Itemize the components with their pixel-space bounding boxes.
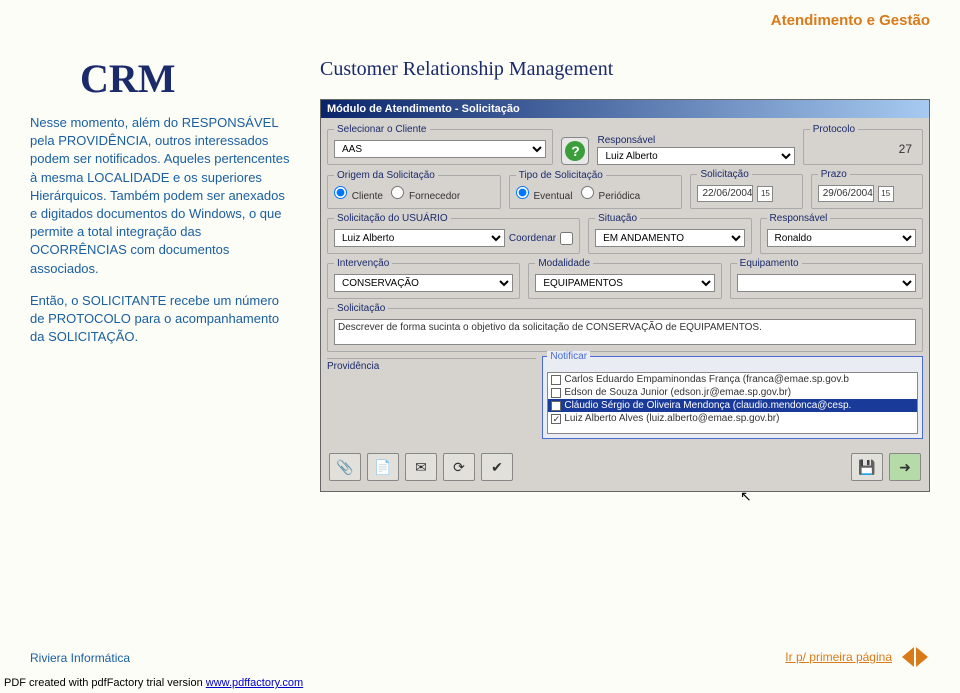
help-icon[interactable]: ? <box>561 137 589 165</box>
label-protocolo: Protocolo <box>810 124 858 135</box>
save-button[interactable]: 💾 <box>851 453 883 481</box>
dialog-titlebar: Módulo de Atendimento - Solicitação <box>321 100 929 118</box>
intervencao-select[interactable]: CONSERVAÇÃO <box>334 274 513 292</box>
modalidade-select[interactable]: EQUIPAMENTOS <box>535 274 714 292</box>
label-modalidade: Modalidade <box>535 258 593 269</box>
notify-panel: Notificar Carlos Eduardo Empaminondas Fr… <box>542 356 923 439</box>
desc-textarea[interactable]: Descrever de forma sucinta o objetivo da… <box>334 319 916 345</box>
radio-cliente[interactable]: Cliente <box>334 191 383 202</box>
footer-company: Riviera Informática <box>30 651 130 665</box>
list-item[interactable]: Luiz Alberto Alves (luiz.alberto@emae.sp… <box>548 412 917 425</box>
dialog-window: Módulo de Atendimento - Solicitação Sele… <box>320 99 930 492</box>
label-situacao: Situação <box>595 213 640 224</box>
list-item[interactable]: Cláudio Sérgio de Oliveira Mendonça (cla… <box>548 399 917 412</box>
label-desc: Solicitação <box>334 303 388 314</box>
solicitacao-date[interactable]: 22/06/2004 <box>697 185 753 202</box>
radio-eventual[interactable]: Eventual <box>516 191 573 202</box>
prev-arrow-icon[interactable] <box>902 647 914 667</box>
attach-button[interactable]: 📎 <box>329 453 361 481</box>
coord-label: Coordenar <box>509 233 556 244</box>
responsavel-select[interactable]: Luiz Alberto <box>597 147 794 165</box>
su-select[interactable]: Luiz Alberto <box>334 229 505 247</box>
notify-list[interactable]: Carlos Eduardo Empaminondas França (fran… <box>547 372 918 434</box>
page-header: Atendimento e Gestão <box>771 12 930 29</box>
exit-button[interactable]: ➜ <box>889 453 921 481</box>
crm-subtitle: Customer Relationship Management <box>320 58 935 81</box>
check-button[interactable]: ✔ <box>481 453 513 481</box>
label-intervencao: Intervenção <box>334 258 392 269</box>
radio-periodica[interactable]: Periódica <box>581 191 640 202</box>
label-origem: Origem da Solicitação <box>334 170 438 181</box>
mail-button[interactable]: ✉ <box>405 453 437 481</box>
dialog-toolbar: 📎 📄 ✉ ⟳ ✔ 💾 ➜ <box>327 449 923 485</box>
notify-label: Notificar <box>547 351 590 362</box>
label-select-client: Selecionar o Cliente <box>334 124 430 135</box>
situacao-select[interactable]: EM ANDAMENTO <box>595 229 744 247</box>
client-select[interactable]: AAS <box>334 140 546 158</box>
label-tipo: Tipo de Solicitação <box>516 170 606 181</box>
first-page-link[interactable]: Ir p/ primeira página <box>785 650 892 664</box>
cursor-icon: ↖ <box>740 488 752 505</box>
label-prazo: Prazo <box>818 169 850 180</box>
resp2-select[interactable]: Ronaldo <box>767 229 916 247</box>
coord-checkbox[interactable] <box>560 232 573 245</box>
list-item[interactable]: Edson de Souza Junior (edson.jr@emae.sp.… <box>548 386 917 399</box>
label-solic-usuario: Solicitação do USUÁRIO <box>334 213 451 224</box>
footer-nav: Ir p/ primeira página <box>785 647 928 667</box>
label-providencia: Providência <box>327 358 536 372</box>
refresh-button[interactable]: ⟳ <box>443 453 475 481</box>
next-arrow-icon[interactable] <box>916 647 928 667</box>
crm-logo: CRM <box>80 55 295 102</box>
radio-fornecedor[interactable]: Fornecedor <box>391 191 460 202</box>
calendar-icon[interactable]: 15 <box>757 186 773 202</box>
protocolo-value: 27 <box>810 140 916 158</box>
left-column: CRM Nesse momento, além do RESPONSÁVEL p… <box>30 55 295 360</box>
label-solicitacao-date: Solicitação <box>697 169 751 180</box>
pdf-footer: PDF created with pdfFactory trial versio… <box>4 677 303 689</box>
label-responsavel: Responsável <box>597 135 794 146</box>
document-button[interactable]: 📄 <box>367 453 399 481</box>
equip-select[interactable] <box>737 274 916 292</box>
right-column: Customer Relationship Management Módulo … <box>320 58 935 492</box>
list-item[interactable]: Carlos Eduardo Empaminondas França (fran… <box>548 373 917 386</box>
label-equipamento: Equipamento <box>737 258 802 269</box>
label-resp2: Responsável <box>767 213 831 224</box>
intro-paragraph-2: Então, o SOLICITANTE recebe um número de… <box>30 292 295 347</box>
intro-paragraph-1: Nesse momento, além do RESPONSÁVEL pela … <box>30 114 295 278</box>
prazo-date[interactable]: 29/06/2004 <box>818 185 874 202</box>
calendar-icon[interactable]: 15 <box>878 186 894 202</box>
pdffactory-link[interactable]: www.pdffactory.com <box>206 677 303 689</box>
